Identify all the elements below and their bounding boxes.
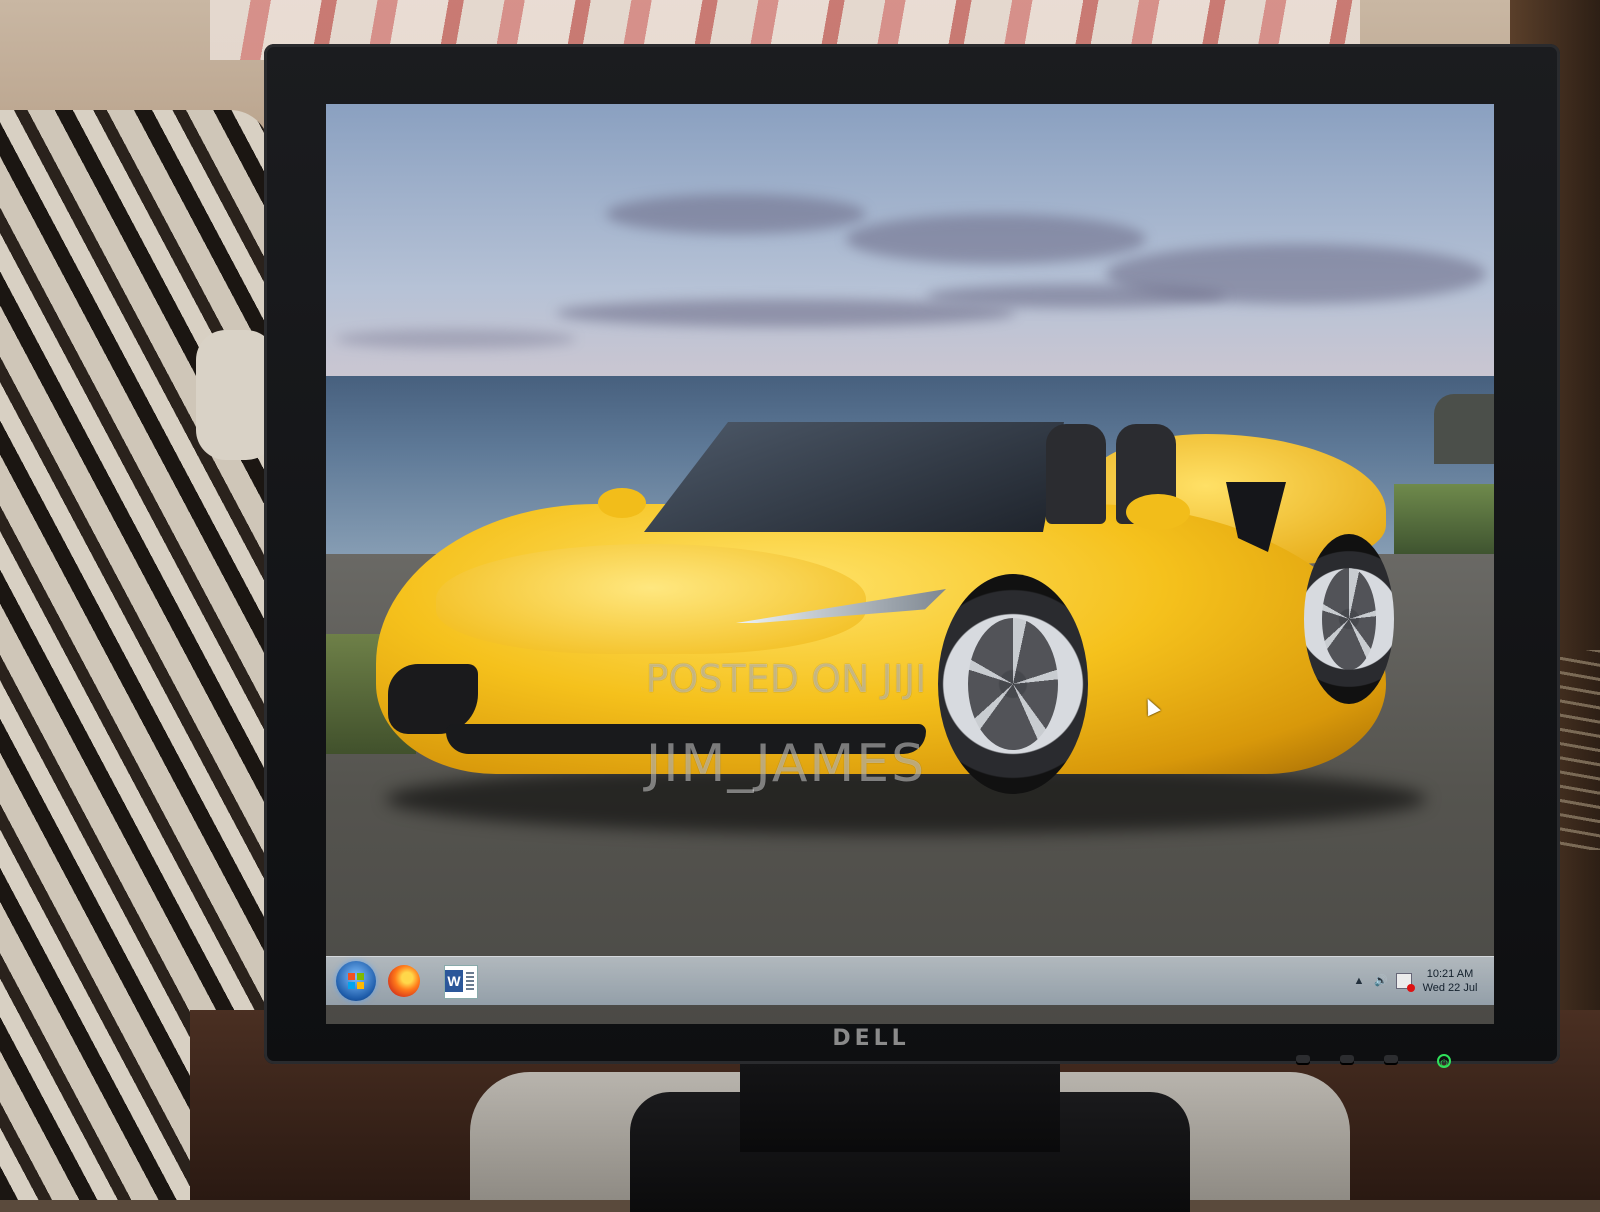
car-rear-wheel [1304, 534, 1394, 704]
cloud [556, 299, 1016, 327]
cloud [336, 329, 576, 349]
word-icon[interactable]: W [444, 965, 478, 999]
firefox-icon[interactable] [388, 965, 420, 997]
clock-date: Wed 22 Jul [1422, 982, 1478, 994]
wheel-spokes [1322, 568, 1376, 670]
watermark-line: POSTED ON JIJI [645, 657, 927, 701]
action-center-flag-icon[interactable] [1396, 973, 1415, 992]
grass [1394, 484, 1494, 554]
word-document-lines [466, 972, 474, 990]
windows-logo-icon [348, 973, 364, 989]
system-tray: ▲ 🔊 10:21 AM Wed 22 Jul [1352, 959, 1480, 1003]
car-hood [436, 544, 866, 654]
monitor-button[interactable] [1296, 1055, 1310, 1065]
power-icon[interactable]: ⏻ [1437, 1054, 1451, 1068]
cloud [926, 284, 1226, 308]
cloud [846, 214, 1146, 264]
word-icon-letter: W [445, 970, 463, 992]
clock[interactable]: 10:21 AM Wed 22 Jul [1420, 967, 1480, 995]
clock-time: 10:21 AM [1426, 968, 1474, 980]
monitor-brand-logo: DELL [832, 1026, 910, 1051]
car-seat [1046, 424, 1106, 524]
car-mirror [1126, 494, 1190, 530]
show-hidden-icons-icon[interactable]: ▲ [1352, 974, 1366, 988]
cliff [1434, 394, 1494, 464]
car-mirror [598, 488, 646, 518]
monitor-stand-neck [740, 1062, 1060, 1152]
monitor-button[interactable] [1384, 1055, 1398, 1065]
taskbar: W ▲ 🔊 10:21 AM Wed 22 Jul [326, 956, 1494, 1005]
volume-icon[interactable]: 🔊 [1374, 974, 1388, 988]
cloud [606, 194, 866, 234]
desktop-screen: POSTED ON JIJI JIM_JAMES W ▲ 🔊 10:21 AM … [326, 104, 1494, 1024]
wheel-spokes [968, 618, 1058, 750]
monitor-button[interactable] [1340, 1055, 1354, 1065]
start-button[interactable] [336, 961, 376, 1001]
watermark-line: JIM_JAMES [645, 734, 927, 794]
